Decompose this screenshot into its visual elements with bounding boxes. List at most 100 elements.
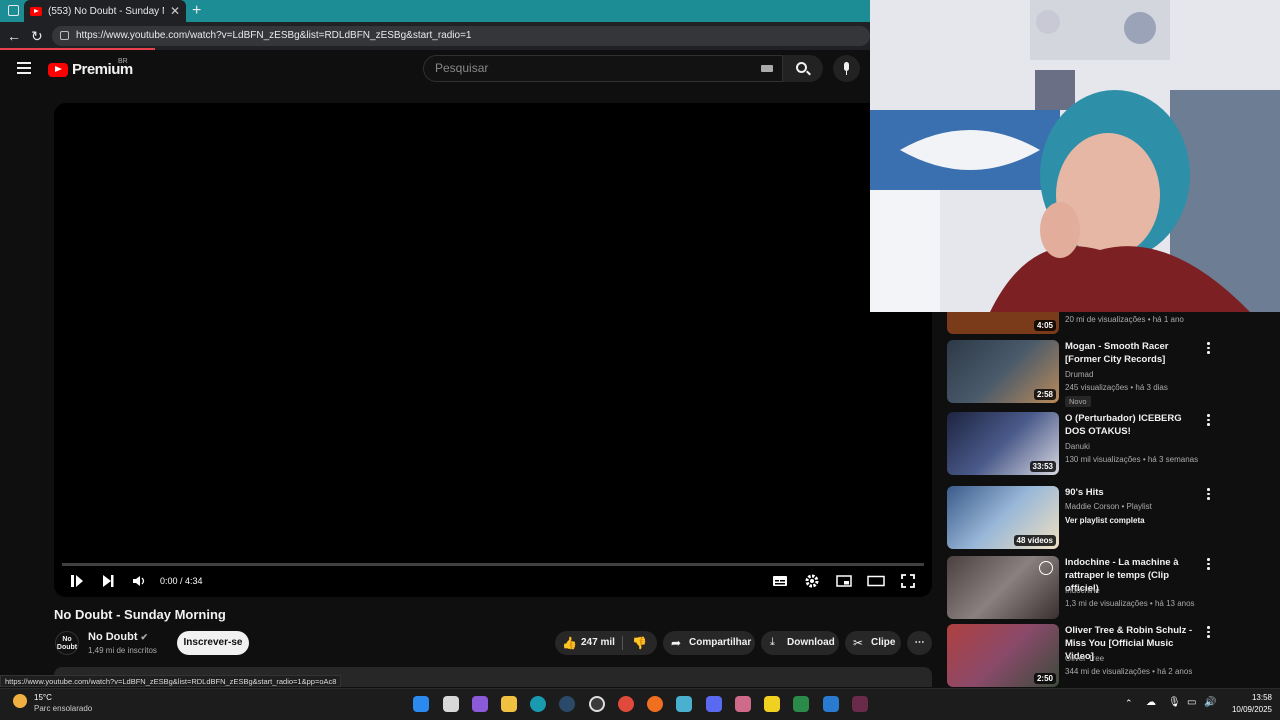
progress-bar[interactable]: [62, 563, 924, 566]
video-title: No Doubt - Sunday Morning: [54, 607, 226, 622]
suggestion-item[interactable]: 48 vídeos 90's Hits Maddie Corson • Play…: [947, 486, 1277, 552]
suggestion-thumbnail[interactable]: 48 vídeos: [947, 486, 1059, 549]
site-info-icon[interactable]: [60, 31, 69, 40]
duration-badge: 33:53: [1029, 461, 1056, 472]
suggestion-title[interactable]: O (Perturbador) ICEBERG DOS OTAKUS!: [1065, 412, 1203, 438]
new-tab-icon[interactable]: +: [192, 2, 201, 20]
task-view-icon[interactable]: [443, 696, 459, 712]
weather-description[interactable]: Parc ensolarado: [34, 704, 92, 713]
suggestion-channel[interactable]: Maddie Corson • Playlist: [1065, 502, 1152, 511]
firefox-icon[interactable]: [647, 696, 663, 712]
settings-gear-icon[interactable]: [805, 574, 819, 588]
suggestion-item[interactable]: 2:50 Oliver Tree & Robin Schulz - Miss Y…: [947, 624, 1277, 687]
clip-label: Clipe: [871, 637, 896, 648]
loading-bar: [0, 48, 155, 50]
suggestion-thumbnail[interactable]: 2:58: [947, 340, 1059, 403]
watch-later-icon[interactable]: [1039, 561, 1053, 575]
app-icon-dark[interactable]: [852, 696, 868, 712]
discord-icon[interactable]: [706, 696, 722, 712]
play-pause-icon[interactable]: [70, 574, 84, 588]
weather-temperature[interactable]: 15°C: [34, 693, 52, 702]
suggestion-thumbnail[interactable]: 2:50: [947, 624, 1059, 687]
suggestion-meta: 1,3 mi de visualizações • há 13 anos: [1065, 599, 1195, 608]
network-icon[interactable]: ▭: [1187, 697, 1196, 708]
miniplayer-icon[interactable]: [836, 575, 852, 587]
youtube-favicon-icon: [30, 6, 42, 16]
url-text: https://www.youtube.com/watch?v=LdBFN_zE…: [76, 30, 472, 41]
taskbar-date[interactable]: 10/09/2025: [1222, 705, 1272, 714]
guide-menu-icon[interactable]: [17, 62, 31, 74]
sticky-notes-icon[interactable]: [764, 696, 780, 712]
speaker-icon[interactable]: 🔊: [1204, 697, 1216, 708]
vscode-icon[interactable]: [823, 696, 839, 712]
taskbar-clock[interactable]: 13:58: [1222, 693, 1272, 702]
app-icon-pink[interactable]: [735, 696, 751, 712]
search-input[interactable]: Pesquisar: [423, 55, 783, 82]
like-icon[interactable]: 👍: [562, 636, 577, 650]
youtube-premium-logo[interactable]: Premium BR: [48, 58, 133, 78]
more-options-icon[interactable]: [1207, 342, 1211, 356]
subtitles-icon[interactable]: [772, 575, 788, 587]
suggestion-channel[interactable]: Drumad: [1065, 370, 1093, 379]
terminal-icon[interactable]: [793, 696, 809, 712]
obs-icon[interactable]: [589, 696, 605, 712]
view-playlist-link[interactable]: Ver playlist completa: [1065, 516, 1145, 525]
suggestion-meta: 130 mil visualizações • há 3 semanas: [1065, 455, 1199, 464]
tab-close-icon[interactable]: ✕: [170, 4, 180, 18]
more-actions-button[interactable]: ⋯: [907, 631, 932, 655]
more-options-icon[interactable]: [1207, 626, 1211, 640]
video-player[interactable]: [54, 103, 932, 597]
more-options-icon[interactable]: [1207, 488, 1211, 502]
suggestion-meta: 20 mi de visualizações • há 1 ano: [1065, 315, 1184, 324]
suggestion-thumbnail[interactable]: [947, 556, 1059, 619]
suggestion-channel[interactable]: Indochine: [1065, 586, 1100, 595]
tab-search-icon[interactable]: [8, 5, 19, 16]
keyboard-icon[interactable]: [761, 65, 773, 72]
duration-badge: 4:05: [1033, 320, 1056, 331]
back-icon[interactable]: ←: [7, 28, 21, 44]
channel-name[interactable]: No Doubt ✔: [88, 631, 148, 643]
copilot-icon[interactable]: [472, 696, 488, 712]
edge-icon[interactable]: [530, 696, 546, 712]
more-options-icon[interactable]: [1207, 558, 1211, 572]
suggestion-title[interactable]: 90's Hits: [1065, 486, 1203, 499]
next-icon[interactable]: [101, 574, 115, 588]
youtube-logo-icon: [48, 62, 68, 77]
app-icon[interactable]: [676, 696, 692, 712]
region-code: BR: [118, 58, 128, 65]
download-label: Download: [787, 637, 835, 648]
fullscreen-icon[interactable]: [901, 574, 915, 588]
new-badge: Novo: [1065, 396, 1091, 407]
start-icon[interactable]: [413, 696, 429, 712]
like-count[interactable]: 247 mil: [581, 637, 615, 648]
tray-app-icon[interactable]: ☁: [1146, 697, 1156, 708]
suggestion-meta: 245 visualizações • há 3 dias: [1065, 383, 1168, 392]
dislike-icon[interactable]: 👎: [632, 636, 647, 650]
suggestion-item[interactable]: 33:53 O (Perturbador) ICEBERG DOS OTAKUS…: [947, 412, 1277, 478]
more-options-icon[interactable]: [1207, 414, 1211, 428]
suggestion-channel[interactable]: Oliver Tree: [1065, 654, 1104, 663]
suggestion-item[interactable]: 2:58 Mogan - Smooth Racer [Former City R…: [947, 340, 1277, 407]
chrome-icon[interactable]: [618, 696, 634, 712]
tab-active[interactable]: (553) No Doubt - Sunday Morning ✕: [24, 0, 186, 22]
suggestion-thumbnail[interactable]: 33:53: [947, 412, 1059, 475]
suggestion-channel[interactable]: Danuki: [1065, 442, 1090, 451]
steam-icon[interactable]: [559, 696, 575, 712]
weather-icon[interactable]: [13, 694, 27, 708]
subscribe-button[interactable]: Inscrever-se: [177, 631, 249, 655]
suggestion-title[interactable]: Mogan - Smooth Racer [Former City Record…: [1065, 340, 1203, 366]
windows-taskbar: [0, 688, 1280, 720]
file-explorer-icon[interactable]: [501, 696, 517, 712]
suggestion-item[interactable]: Indochine - La machine à rattraper le te…: [947, 556, 1277, 622]
theater-mode-icon[interactable]: [867, 575, 885, 587]
tray-overflow-icon[interactable]: ⌃: [1125, 698, 1133, 709]
channel-avatar[interactable]: No Doubt: [55, 631, 79, 655]
volume-icon[interactable]: [132, 575, 146, 587]
suggestion-thumbnail[interactable]: 4:05: [947, 312, 1059, 334]
reload-icon[interactable]: ↻: [31, 28, 43, 45]
suggestion-item[interactable]: 4:05 20 mi de visualizações • há 1 ano: [947, 312, 1277, 334]
voice-search-button[interactable]: [833, 55, 860, 82]
microphone-icon[interactable]: 🎙: [1168, 697, 1181, 708]
address-bar[interactable]: https://www.youtube.com/watch?v=LdBFN_zE…: [52, 26, 870, 46]
search-button[interactable]: [783, 55, 823, 82]
